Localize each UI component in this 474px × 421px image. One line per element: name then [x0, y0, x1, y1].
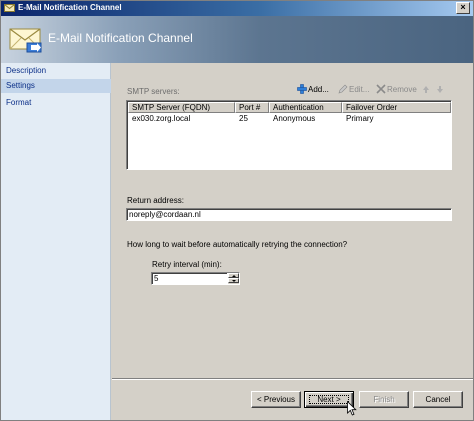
- smtp-server-list[interactable]: SMTP Server (FQDN) Port # Authentication…: [126, 100, 452, 170]
- retry-interval-stepper[interactable]: [227, 273, 239, 284]
- add-label: Add...: [308, 85, 329, 94]
- spin-down-icon[interactable]: [228, 278, 239, 283]
- envelope-icon: [4, 4, 15, 12]
- cell-failover-order: Primary: [346, 114, 374, 123]
- window-title: E-Mail Notification Channel: [18, 3, 122, 12]
- sidebar-item-description[interactable]: Description: [1, 64, 111, 78]
- footer-divider: [112, 378, 473, 380]
- cancel-button[interactable]: Cancel: [413, 391, 463, 408]
- sidebar: Description Settings Format: [1, 63, 111, 420]
- remove-button[interactable]: Remove: [376, 84, 417, 96]
- header-title: E-Mail Notification Channel: [48, 31, 193, 45]
- finish-button[interactable]: Finish: [359, 391, 409, 408]
- wizard-header: E-Mail Notification Channel: [1, 16, 473, 63]
- dialog-window: E-Mail Notification Channel × E-Mail Not…: [0, 0, 474, 421]
- add-button[interactable]: Add...: [297, 84, 329, 96]
- smtp-servers-label: SMTP servers:: [127, 87, 180, 96]
- column-header-port[interactable]: Port #: [235, 102, 269, 113]
- previous-button[interactable]: < Previous: [251, 391, 301, 408]
- column-header-server[interactable]: SMTP Server (FQDN): [128, 102, 235, 113]
- delete-x-icon: [376, 84, 386, 94]
- title-bar[interactable]: E-Mail Notification Channel ×: [1, 1, 473, 16]
- cell-server: ex030.zorg.local: [132, 114, 191, 123]
- settings-panel: SMTP servers: Add... Edit... Remove SMTP…: [112, 63, 473, 420]
- return-address-label: Return address:: [127, 196, 184, 205]
- sidebar-item-settings[interactable]: Settings: [1, 79, 111, 93]
- mouse-cursor-icon: [347, 401, 357, 416]
- edit-button[interactable]: Edit...: [338, 84, 369, 96]
- return-address-input[interactable]: [126, 208, 452, 221]
- close-button[interactable]: ×: [456, 2, 470, 14]
- move-down-icon[interactable]: [436, 85, 444, 94]
- retry-question: How long to wait before automatically re…: [127, 240, 348, 249]
- list-header: SMTP Server (FQDN) Port # Authentication…: [128, 102, 451, 113]
- move-up-icon[interactable]: [422, 85, 430, 94]
- retry-interval-label: Retry interval (min):: [152, 260, 222, 269]
- edit-label: Edit...: [349, 85, 370, 94]
- sidebar-item-format[interactable]: Format: [1, 96, 111, 110]
- cell-port: 25: [239, 114, 248, 123]
- column-header-failover-order[interactable]: Failover Order: [342, 102, 451, 113]
- cell-authentication: Anonymous: [273, 114, 316, 123]
- email-channel-icon: [9, 28, 42, 53]
- remove-label: Remove: [387, 85, 417, 94]
- add-icon: [297, 84, 307, 94]
- focus-rect: [309, 395, 349, 404]
- column-header-authentication[interactable]: Authentication: [269, 102, 342, 113]
- pencil-icon: [338, 84, 348, 94]
